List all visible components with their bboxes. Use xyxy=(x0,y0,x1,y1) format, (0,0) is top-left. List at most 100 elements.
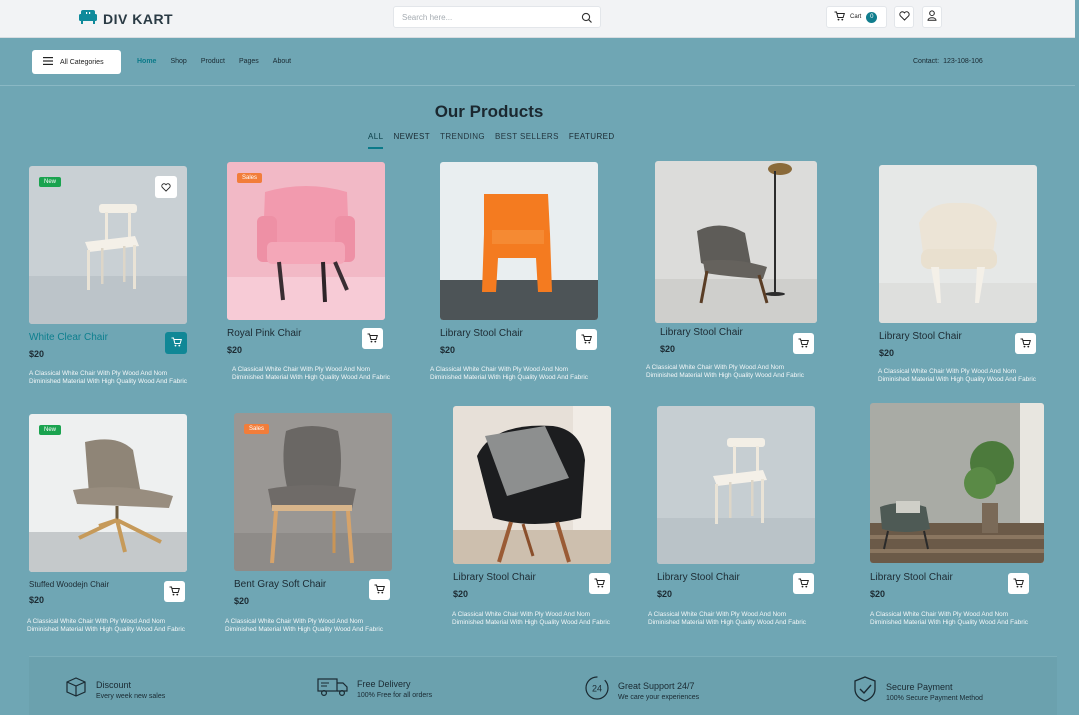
product-card[interactable]: Sales Bent Gray Soft Chair $20 A Classic… xyxy=(225,413,395,633)
wishlist-toggle[interactable] xyxy=(155,176,177,198)
shield-check-icon xyxy=(852,675,878,708)
feature-title: Great Support 24/7 xyxy=(618,680,695,691)
product-image[interactable]: Sales xyxy=(234,413,392,571)
wishlist-button[interactable] xyxy=(894,6,914,28)
nav-link-about[interactable]: About xyxy=(273,58,291,65)
filter-tab-newest[interactable]: NEWEST xyxy=(393,132,430,149)
product-card[interactable]: New Stuffed Woodejn Chair $20 A Classica… xyxy=(27,414,197,633)
user-icon xyxy=(927,8,937,26)
cart-icon xyxy=(171,334,182,352)
truck-icon xyxy=(317,675,349,702)
logo-text: DIV KART xyxy=(103,10,174,27)
top-header: DIV KART Cart 0 xyxy=(0,0,1075,38)
features-strip: Discount Every week new sales Free Deliv… xyxy=(29,656,1057,715)
product-filter-tabs: ALL NEWEST TRENDING BEST SELLERS FEATURE… xyxy=(368,132,615,149)
contact-info: Contact: 123-108-106 xyxy=(913,58,983,65)
product-card[interactable]: Sales Royal Pink Chair $20 A Classical W… xyxy=(227,162,402,381)
filter-tab-featured[interactable]: FEATURED xyxy=(569,132,615,149)
product-card[interactable]: Library Stool Chair $20 A Classical Whit… xyxy=(878,165,1048,383)
svg-text:24: 24 xyxy=(592,684,602,694)
search-input[interactable] xyxy=(402,12,577,22)
heart-icon xyxy=(161,182,171,192)
add-to-cart-button[interactable] xyxy=(793,333,814,354)
product-description: A Classical White Chair With Ply Wood An… xyxy=(225,618,383,633)
feature-subtitle: 100% Secure Payment Method xyxy=(886,694,983,702)
cart-icon xyxy=(834,11,845,23)
contact-phone: 123-108-106 xyxy=(943,58,983,65)
product-card[interactable]: Library Stool Chair $20 A Classical Whit… xyxy=(646,161,817,379)
filter-tab-all[interactable]: ALL xyxy=(368,132,384,149)
product-card[interactable]: New White Clear Chair $20 A Classical Wh… xyxy=(29,166,199,385)
menu-icon xyxy=(43,57,53,67)
product-description: A Classical White Chair With Ply Wood An… xyxy=(878,368,1036,383)
product-description: A Classical White Chair With Ply Wood An… xyxy=(27,618,185,633)
nav-link-shop[interactable]: Shop xyxy=(170,58,186,65)
new-badge: New xyxy=(39,425,62,435)
sale-badge: Sales xyxy=(244,424,270,434)
product-description: A Classical White Chair With Ply Wood An… xyxy=(29,370,187,385)
cart-button[interactable]: Cart 0 xyxy=(826,6,887,28)
add-to-cart-button[interactable] xyxy=(793,573,814,594)
product-image[interactable]: New xyxy=(29,166,187,324)
product-image[interactable] xyxy=(657,406,815,564)
nav-link-pages[interactable]: Pages xyxy=(239,58,259,65)
product-image[interactable] xyxy=(440,162,598,320)
nav-link-product[interactable]: Product xyxy=(201,58,225,65)
product-card[interactable]: Library Stool Chair $20 A Classical Whit… xyxy=(870,403,1044,626)
product-card[interactable]: Library Stool Chair $20 A Classical Whit… xyxy=(452,406,622,626)
product-image[interactable]: New xyxy=(29,414,187,572)
add-to-cart-button[interactable] xyxy=(164,581,185,602)
add-to-cart-button[interactable] xyxy=(362,328,383,349)
product-description: A Classical White Chair With Ply Wood An… xyxy=(646,364,804,379)
cart-icon xyxy=(169,583,180,601)
account-button[interactable] xyxy=(922,6,942,28)
heart-icon xyxy=(898,8,910,26)
add-to-cart-button[interactable] xyxy=(576,329,597,350)
search-icon[interactable] xyxy=(581,11,593,29)
feature-subtitle: 100% Free for all orders xyxy=(357,691,433,699)
feature-secure-payment: Secure Payment 100% Secure Payment Metho… xyxy=(852,675,983,708)
product-image[interactable] xyxy=(870,403,1044,563)
feature-title: Free Delivery xyxy=(357,678,411,689)
cart-icon xyxy=(1020,335,1031,353)
search-bar xyxy=(393,6,601,28)
feature-free-delivery: Free Delivery 100% Free for all orders xyxy=(317,675,432,702)
cart-icon xyxy=(1013,575,1024,593)
main-nav: All Categories Home Shop Product Pages A… xyxy=(0,39,1075,86)
product-image[interactable]: Sales xyxy=(227,162,385,320)
box-icon xyxy=(64,675,88,704)
nav-link-home[interactable]: Home xyxy=(137,58,156,65)
product-image[interactable] xyxy=(879,165,1037,323)
product-description: A Classical White Chair With Ply Wood An… xyxy=(232,366,390,381)
feature-support: 24 Great Support 24/7 We care your exper… xyxy=(584,675,699,706)
cart-icon xyxy=(798,575,809,593)
product-description: A Classical White Chair With Ply Wood An… xyxy=(870,611,1028,626)
cart-count-badge: 0 xyxy=(866,11,878,23)
product-card[interactable]: Library Stool Chair $20 A Classical Whit… xyxy=(648,406,818,626)
add-to-cart-button[interactable] xyxy=(165,332,187,354)
add-to-cart-button[interactable] xyxy=(1015,333,1036,354)
cart-icon xyxy=(581,331,592,349)
logo[interactable]: DIV KART xyxy=(78,7,173,30)
nav-links: Home Shop Product Pages About xyxy=(137,58,291,65)
feature-title: Secure Payment xyxy=(886,681,953,692)
add-to-cart-button[interactable] xyxy=(1008,573,1029,594)
cart-label: Cart xyxy=(850,14,862,20)
product-image[interactable] xyxy=(453,406,611,564)
filter-tab-trending[interactable]: TRENDING xyxy=(440,132,485,149)
sale-badge: Sales xyxy=(237,173,263,183)
product-description: A Classical White Chair With Ply Wood An… xyxy=(452,611,610,626)
cart-icon xyxy=(374,581,385,599)
cart-icon xyxy=(798,335,809,353)
product-description: A Classical White Chair With Ply Wood An… xyxy=(430,366,588,381)
filter-tab-best-sellers[interactable]: BEST SELLERS xyxy=(495,132,559,149)
feature-subtitle: We care your experiences xyxy=(618,693,700,701)
add-to-cart-button[interactable] xyxy=(589,573,610,594)
add-to-cart-button[interactable] xyxy=(369,579,390,600)
feature-title: Discount xyxy=(96,679,132,690)
product-image[interactable] xyxy=(655,161,817,323)
all-categories-button[interactable]: All Categories xyxy=(32,50,121,74)
feature-subtitle: Every week new sales xyxy=(96,692,166,700)
product-card[interactable]: Library Stool Chair $20 A Classical Whit… xyxy=(430,162,600,381)
contact-label: Contact: xyxy=(913,58,940,65)
